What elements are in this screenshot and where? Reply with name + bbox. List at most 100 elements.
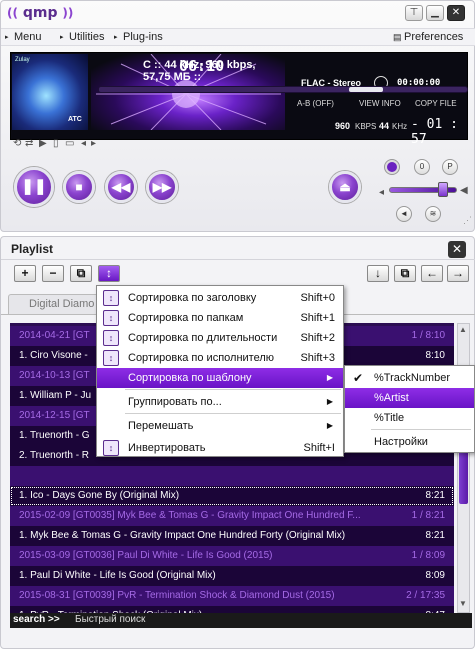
context-menu-item[interactable]: Перемешать ▶ [97,416,343,436]
pause-button[interactable]: ❚❚ [14,167,54,207]
row-title: 1. Truenorth - G [19,430,90,441]
submenu-item[interactable]: %Artist [345,388,474,408]
menu-preferences[interactable]: Preferences [404,31,463,43]
menu-plugins[interactable]: Plug-ins [123,31,163,43]
context-menu-item[interactable]: ↕ Сортировка по исполнителю Shift+3 [97,348,343,368]
copy-file-button[interactable]: COPY FILE [415,99,457,108]
playlist-track-row[interactable]: 1. PvR - Termination Shock (Original Mix… [10,606,454,613]
row-duration: 8:09 [425,570,445,581]
file-icon[interactable]: ▯ [53,138,59,149]
previous-button[interactable]: ◀◀ [105,171,137,203]
sort-button[interactable]: ↕ [98,265,120,282]
shuffle-icon[interactable]: ⇄ [25,138,33,149]
copy-button[interactable]: ⧉ [70,265,92,282]
play-mode-icon[interactable]: ▶ [39,138,47,149]
ab-repeat-button[interactable]: A-B (OFF) [297,99,334,108]
menu-separator [125,413,341,414]
context-menu-item[interactable]: ↕ Инвертировать Shift+I [97,438,343,458]
record-indicator[interactable] [385,160,399,174]
pin-button[interactable]: ⊤ [405,5,423,21]
submenu-item[interactable]: Настройки [345,432,474,452]
seek-bar[interactable] [98,86,468,93]
volume-thumb[interactable] [438,182,448,197]
playlist-group-row[interactable]: 2015-08-31 [GT0039] PvR - Termination Sh… [10,586,454,606]
row-title: 2014-12-15 [GT [19,410,90,421]
p-button[interactable]: P [442,159,458,175]
remove-button[interactable]: − [42,265,64,282]
next-button[interactable]: ▶▶ [146,171,178,203]
playlist-track-row[interactable]: 1. Myk Bee & Tomas G - Gravity Impact On… [10,526,454,546]
submenu-item-label: %Title [374,412,405,424]
menu-separator [125,389,341,390]
close-button[interactable]: ✕ [447,5,465,21]
view-info-button[interactable]: VIEW INFO [359,99,401,108]
menu-menu[interactable]: Menu [14,31,42,43]
sort-context-menu: ↕ Сортировка по заголовку Shift+0 ↕ Сортиров… [96,285,344,457]
context-menu-item[interactable]: Группировать по... ▶ [97,392,343,412]
search-bar: search >> Быстрый поиск [10,613,472,628]
playlist-track-row[interactable]: 1. Paul Di White - Life Is Good (Origina… [10,566,454,586]
submenu-arrow-icon: ▶ [326,421,333,430]
row-title: 1. Paul Di White - Life Is Good (Origina… [19,570,216,581]
menu-item-label: Группировать по... [128,396,222,408]
eject-button[interactable]: ⏏ [329,171,361,203]
submenu-arrow-icon: ▶ [326,373,333,382]
menu-bullet-icon: ▸ [5,34,9,41]
back-arrow-icon[interactable]: ◂ [81,138,86,149]
context-menu-item[interactable]: Сортировка по шаблону ▶ [97,368,343,388]
player-window: (( qmp )) ⊤ ▁ ✕ ▸ Menu ▸ Utilities ▸ Plu… [0,0,475,232]
sort-folder-icon: ↕ [103,310,119,326]
scroll-down-icon[interactable]: ▼ [459,599,467,608]
playlist-group-row[interactable]: 2015-02-09 [GT0035] Myk Bee & Tomas G - … [10,506,454,526]
playlist-track-row[interactable]: 1. Ico - Days Gone By (Original Mix) 8:21 [10,486,454,506]
menu-item-shortcut: Shift+I [303,442,336,454]
sort-artist-icon: ↕ [103,350,119,366]
playlist-group-row[interactable]: 2015-03-09 [GT0036] Paul Di White - Life… [10,546,454,566]
submenu-separator [371,429,471,430]
prev-list-button[interactable]: ← [421,265,443,282]
context-menu-item[interactable]: ↕ Сортировка по длительности Shift+2 [97,328,343,348]
submenu-item[interactable]: ✔ %TrackNumber [345,368,474,388]
scrollbar-thumb[interactable] [459,444,468,504]
forward-arrow-icon[interactable]: ▸ [91,138,96,149]
scroll-up-icon[interactable]: ▲ [459,325,467,334]
sort-duration-icon: ↕ [103,330,119,346]
context-menu-item[interactable]: ↕ Сортировка по заголовку Shift+0 [97,288,343,308]
equalizer-button[interactable]: ≋ [425,206,441,222]
playlist-group-row[interactable] [10,466,454,486]
sort-title-icon: ↕ [103,290,119,306]
duplicate-button[interactable]: ⧉ [394,265,416,282]
playlist-close-button[interactable]: ✕ [448,241,466,258]
submenu-item[interactable]: %Title [345,408,474,428]
player-display: Zulay ATC 06:10 C :: 44 kHz, 960 kbps, 5… [10,52,468,147]
balance-button[interactable]: ◄ [396,206,412,222]
minimize-button[interactable]: ▁ [426,5,444,21]
utilities-bullet-icon: ▸ [60,34,64,41]
player-titlebar[interactable]: (( qmp )) ⊤ ▁ ✕ [1,1,475,27]
row-title: 2014-04-21 [GT [19,330,90,341]
menu-item-shortcut: Shift+0 [300,292,335,304]
volume-high-icon: ◀ [460,185,468,196]
menu-item-label: Сортировка по заголовку [128,292,257,304]
album-cover[interactable]: Zulay ATC [12,54,88,130]
stop-button[interactable]: ■ [63,171,95,203]
search-input[interactable]: Быстрый поиск [75,614,145,625]
menu-utilities[interactable]: Utilities [69,31,104,43]
row-title: 1. Myk Bee & Tomas G - Gravity Impact On… [19,530,346,541]
bitrate-unit: KBPS [355,122,377,131]
submenu-arrow-icon: ▶ [326,397,333,406]
move-down-button[interactable]: ↓ [367,265,389,282]
folder-icon[interactable]: ▭ [65,138,74,149]
search-label: search >> [13,614,60,625]
repeat-icon[interactable]: ⟲ [13,138,21,149]
next-list-button[interactable]: → [447,265,469,282]
menu-item-label: Сортировка по шаблону [128,372,252,384]
menu-item-label: Перемешать [128,420,194,432]
row-duration: 8:21 [425,490,445,501]
zero-button[interactable]: 0 [414,159,430,175]
seek-thumb[interactable] [349,87,383,92]
add-button[interactable]: + [14,265,36,282]
context-menu-item[interactable]: ↕ Сортировка по папкам Shift+1 [97,308,343,328]
resize-grip-icon[interactable]: ⋰ [463,215,472,226]
app-logo: (( qmp )) [7,5,74,21]
